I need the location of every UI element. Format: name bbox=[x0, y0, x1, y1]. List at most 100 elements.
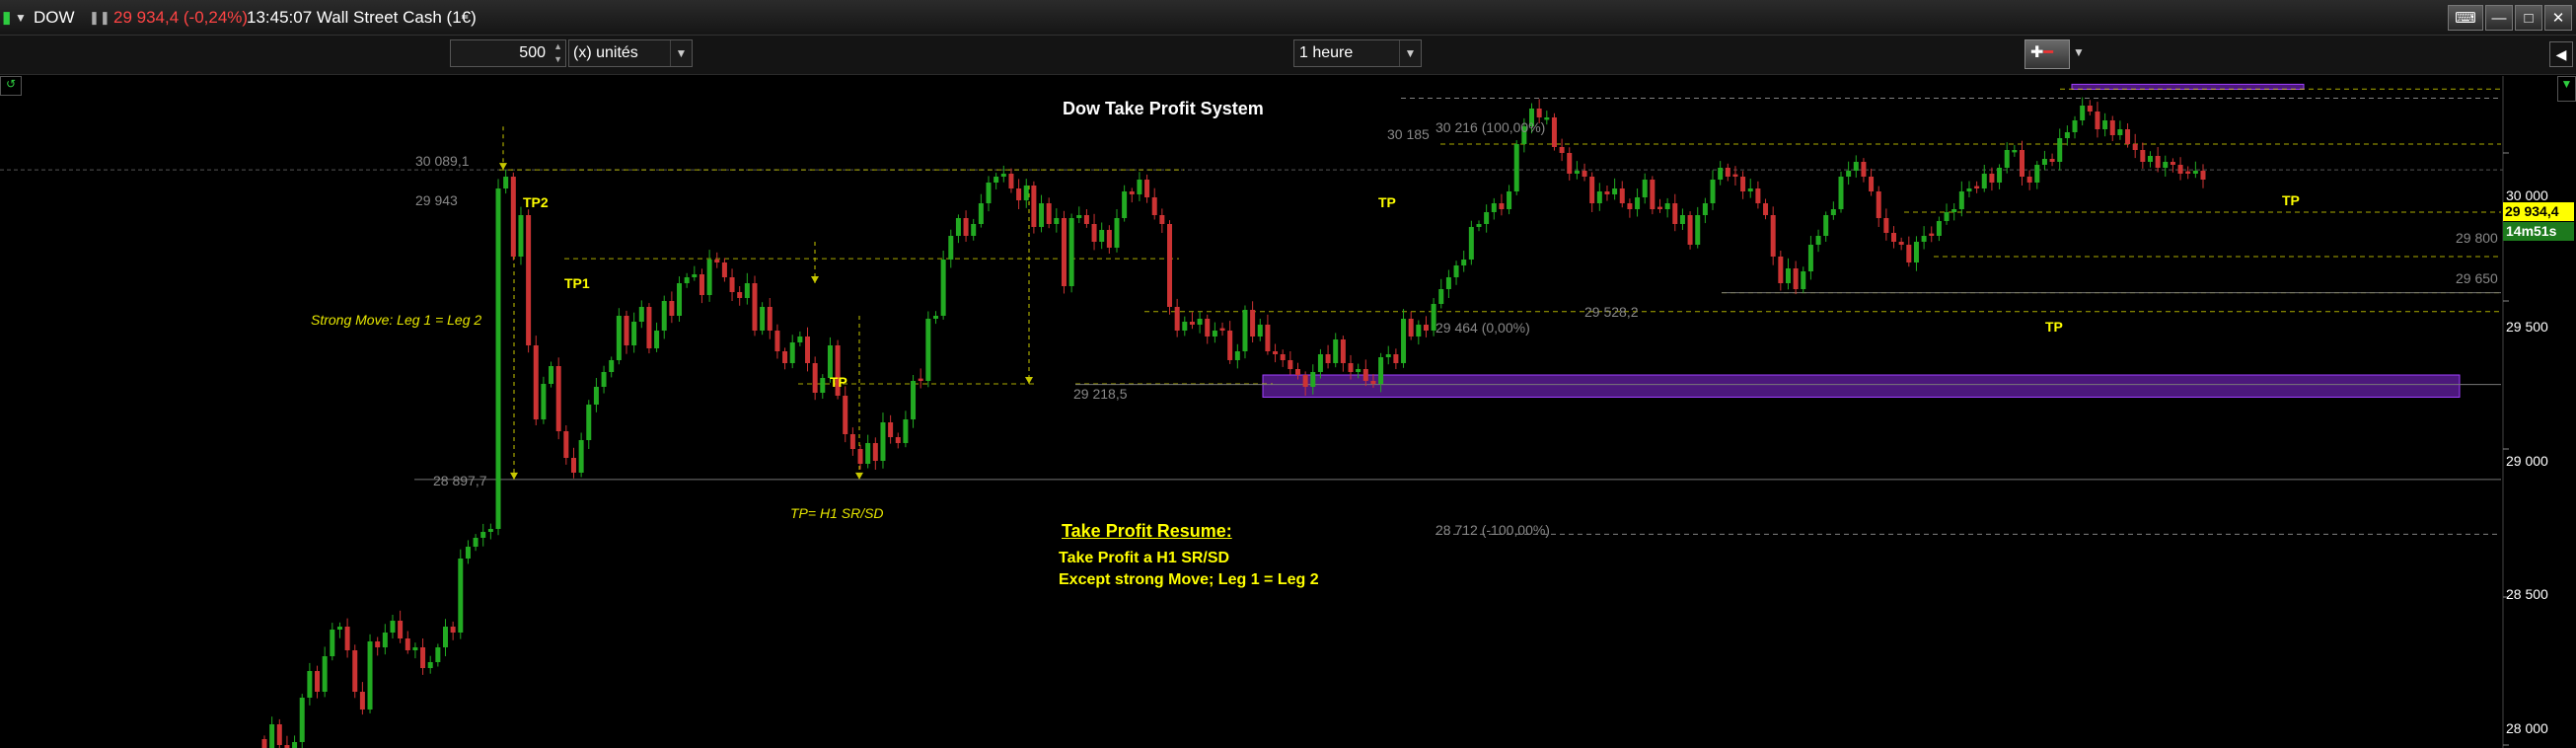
candle-body bbox=[1627, 203, 1633, 209]
candle-body bbox=[398, 621, 404, 638]
candle-body bbox=[2049, 159, 2055, 162]
candle-body bbox=[2087, 106, 2093, 112]
units-select[interactable]: (x) unités ▼ bbox=[568, 39, 693, 67]
axis-tick-28000: 28 000 bbox=[2506, 720, 2548, 736]
stepper-arrows-icon[interactable]: ▲ ▼ bbox=[553, 40, 562, 66]
resume-title: Take Profit Resume: bbox=[1062, 521, 1232, 541]
candle-body bbox=[1257, 325, 1263, 337]
axis-tick-30000: 30 000 bbox=[2506, 187, 2548, 203]
level-label-29464: 29 464 (0,00%) bbox=[1435, 320, 1530, 336]
candle-body bbox=[782, 351, 788, 363]
candle-body bbox=[344, 627, 350, 650]
chevron-down-icon[interactable]: ▼ bbox=[670, 40, 692, 66]
candle-body bbox=[1091, 224, 1097, 242]
candle-body bbox=[849, 434, 855, 449]
candle-body bbox=[2140, 150, 2146, 162]
tp-label-3: TP bbox=[2045, 319, 2063, 335]
candle-body bbox=[1830, 209, 1836, 215]
side-panel-toggle-icon[interactable]: ◀ bbox=[2549, 41, 2573, 67]
candle-body bbox=[1219, 328, 1225, 331]
candle-body bbox=[352, 650, 358, 692]
candle-body bbox=[1114, 218, 1120, 248]
chevron-down-icon[interactable]: ▼ bbox=[2073, 45, 2085, 59]
candle-body bbox=[299, 698, 305, 742]
candle-body bbox=[1921, 236, 1927, 242]
candle-body bbox=[495, 188, 501, 529]
candle-body bbox=[2102, 120, 2108, 129]
instrument-icon[interactable]: ▮ bbox=[2, 8, 11, 28]
maximize-icon[interactable]: □ bbox=[2515, 5, 2542, 31]
chart-area[interactable]: Dow Take Profit System Strong Move: Leg … bbox=[0, 76, 2576, 748]
tp2-label: TP2 bbox=[523, 194, 549, 210]
candle-body bbox=[1461, 260, 1467, 265]
axis-tool-icon[interactable]: ▼ bbox=[2557, 76, 2576, 102]
candle-body bbox=[1197, 319, 1203, 325]
candle-body bbox=[1023, 186, 1029, 200]
candle-body bbox=[1958, 191, 1964, 209]
candle-body bbox=[1076, 215, 1082, 218]
candle-body bbox=[1853, 162, 1859, 171]
candle-body bbox=[752, 283, 758, 331]
candle-body bbox=[1234, 351, 1240, 360]
candle-body bbox=[616, 316, 622, 360]
timeframe-select[interactable]: 1 heure ▼ bbox=[1293, 39, 1422, 67]
level-label-29943: 29 943 bbox=[415, 192, 458, 208]
indicator-tools-button[interactable]: ✚━ bbox=[2024, 39, 2070, 69]
arrow-head-icon bbox=[855, 472, 863, 480]
timeframe-label: 1 heure bbox=[1299, 44, 1354, 61]
candle-body bbox=[2057, 138, 2063, 162]
demand-zone bbox=[1262, 374, 2461, 398]
candle-body bbox=[880, 422, 886, 461]
time-instrument-label: 13:45:07 Wall Street Cash (1€) bbox=[247, 8, 477, 27]
candle-body bbox=[1325, 354, 1331, 363]
symbol-label[interactable]: DOW bbox=[34, 8, 75, 28]
candle-body bbox=[744, 283, 750, 298]
quantity-stepper[interactable]: 500 ▲ ▼ bbox=[450, 39, 566, 67]
candle-body bbox=[405, 638, 410, 650]
candle-body bbox=[1438, 289, 1444, 304]
candle-body bbox=[1333, 339, 1339, 363]
candle-body bbox=[638, 307, 644, 322]
candle-body bbox=[1770, 215, 1776, 257]
candle-body bbox=[2200, 171, 2206, 180]
candle-body bbox=[812, 363, 818, 393]
candle-body bbox=[1929, 233, 1935, 236]
candle-body bbox=[888, 422, 894, 437]
keyboard-icon[interactable]: ⌨ bbox=[2448, 5, 2483, 31]
candle-body bbox=[1039, 203, 1045, 227]
level-label-28712: 28 712 (-100,00%) bbox=[1435, 522, 1550, 538]
candle-body bbox=[1122, 191, 1128, 218]
candle-body bbox=[487, 529, 493, 532]
candle-body bbox=[1664, 203, 1670, 209]
close-icon[interactable]: ✕ bbox=[2544, 5, 2572, 31]
candle-body bbox=[699, 274, 704, 295]
candle-body bbox=[473, 538, 478, 547]
candle-body bbox=[1936, 221, 1942, 236]
arrow-head-icon bbox=[499, 163, 507, 171]
candle-body bbox=[269, 724, 275, 748]
candle-body bbox=[1129, 191, 1135, 194]
candle-body bbox=[1273, 351, 1279, 354]
chevron-down-icon[interactable]: ▼ bbox=[1399, 40, 1421, 66]
candle-body bbox=[986, 183, 992, 203]
candle-body bbox=[932, 316, 938, 319]
candle-body bbox=[382, 633, 388, 647]
candle-body bbox=[1612, 188, 1618, 194]
candle-body bbox=[541, 384, 547, 419]
minimize-icon[interactable]: — bbox=[2485, 5, 2513, 31]
candle-body bbox=[2117, 129, 2123, 135]
candle-body bbox=[1913, 242, 1919, 262]
pause-icon[interactable]: ❚❚ bbox=[89, 8, 110, 28]
tp-rule-note: TP= H1 SR/SD bbox=[790, 505, 884, 521]
candle-body bbox=[518, 215, 524, 257]
candle-body bbox=[276, 724, 282, 745]
candle-body bbox=[1294, 369, 1300, 375]
candlestick-chart[interactable] bbox=[0, 76, 2576, 748]
candle-body bbox=[2163, 162, 2169, 168]
indicator-chart-icon: ✚━ bbox=[2030, 44, 2054, 61]
arrow-head-icon bbox=[1025, 377, 1033, 384]
chart-title: Dow Take Profit System bbox=[1063, 99, 1264, 118]
chart-tool-icon[interactable]: ↺ bbox=[0, 76, 22, 96]
candle-body bbox=[1476, 224, 1482, 227]
chevron-down-icon[interactable]: ▼ bbox=[15, 8, 27, 28]
